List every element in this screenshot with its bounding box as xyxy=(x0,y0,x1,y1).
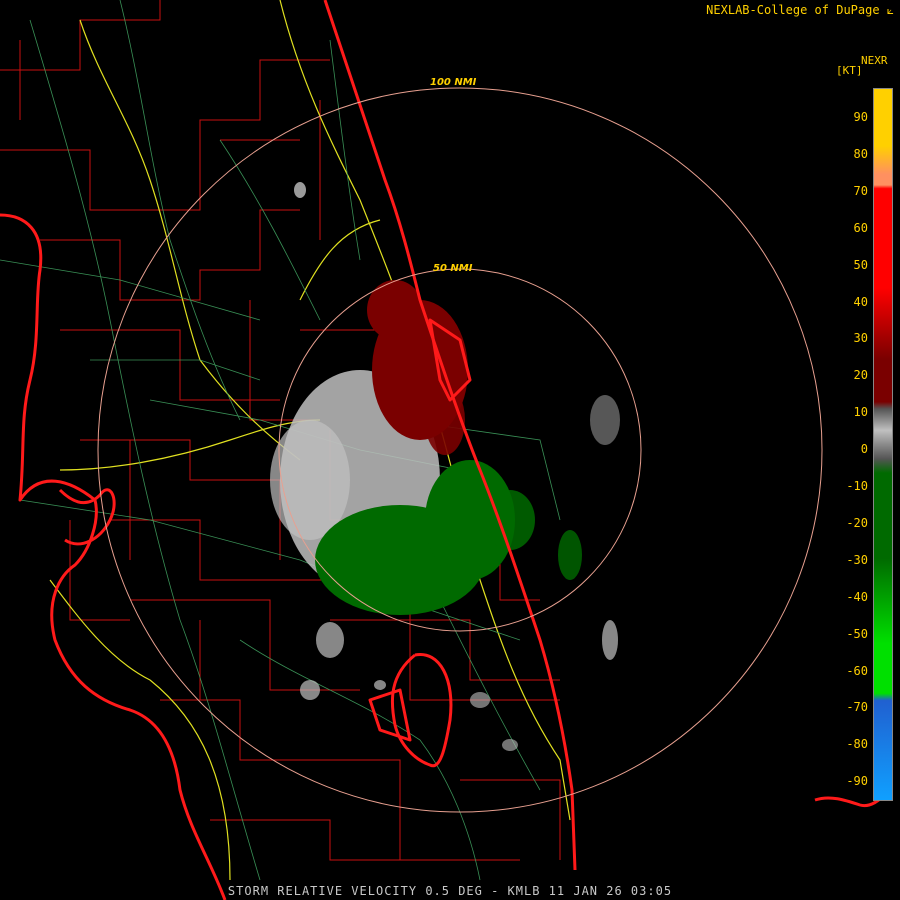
legend-tick-label: -70 xyxy=(846,700,868,715)
legend-tick-label: -30 xyxy=(846,552,868,567)
legend-tick-label: -10 xyxy=(846,479,868,493)
legend-units-label: [KT] xyxy=(836,64,863,77)
legend-tick-label: 70 xyxy=(853,183,868,198)
legend-tick-label: 30 xyxy=(853,331,868,346)
legend-tick-label: 90 xyxy=(853,110,868,124)
legend-tick-label: -60 xyxy=(846,663,868,678)
range-label-100: 100 NMI xyxy=(430,77,477,88)
velocity-color-scale xyxy=(873,88,893,801)
radar-map: 100 NMI 50 NMI xyxy=(0,0,890,900)
legend-tick-label: 20 xyxy=(853,368,868,383)
logo-icon: ⟀ xyxy=(886,3,894,17)
product-caption: STORM RELATIVE VELOCITY 0.5 DEG - KMLB 1… xyxy=(227,884,673,898)
legend-tick-label: -90 xyxy=(846,774,868,789)
legend-tick-label: -80 xyxy=(846,737,868,752)
legend-tick-label: -40 xyxy=(846,589,868,604)
legend-tick-label: 40 xyxy=(853,294,868,309)
range-label-50: 50 NMI xyxy=(433,263,473,274)
legend-tick-label: 60 xyxy=(853,220,868,235)
legend-tick-label: 80 xyxy=(853,146,868,161)
legend-product-label: NEXR xyxy=(861,54,888,67)
legend-tick-label: 10 xyxy=(853,405,868,420)
legend-tick-label: -50 xyxy=(846,626,868,641)
range-ring-100 xyxy=(97,87,823,813)
legend-tick-label: 0 xyxy=(860,442,868,457)
range-rings xyxy=(97,87,823,813)
header-credit: NEXLAB-College of DuPage ⟀ xyxy=(706,3,894,17)
legend-tick-label: -20 xyxy=(846,515,868,530)
legend-tick-label: 50 xyxy=(853,257,868,272)
